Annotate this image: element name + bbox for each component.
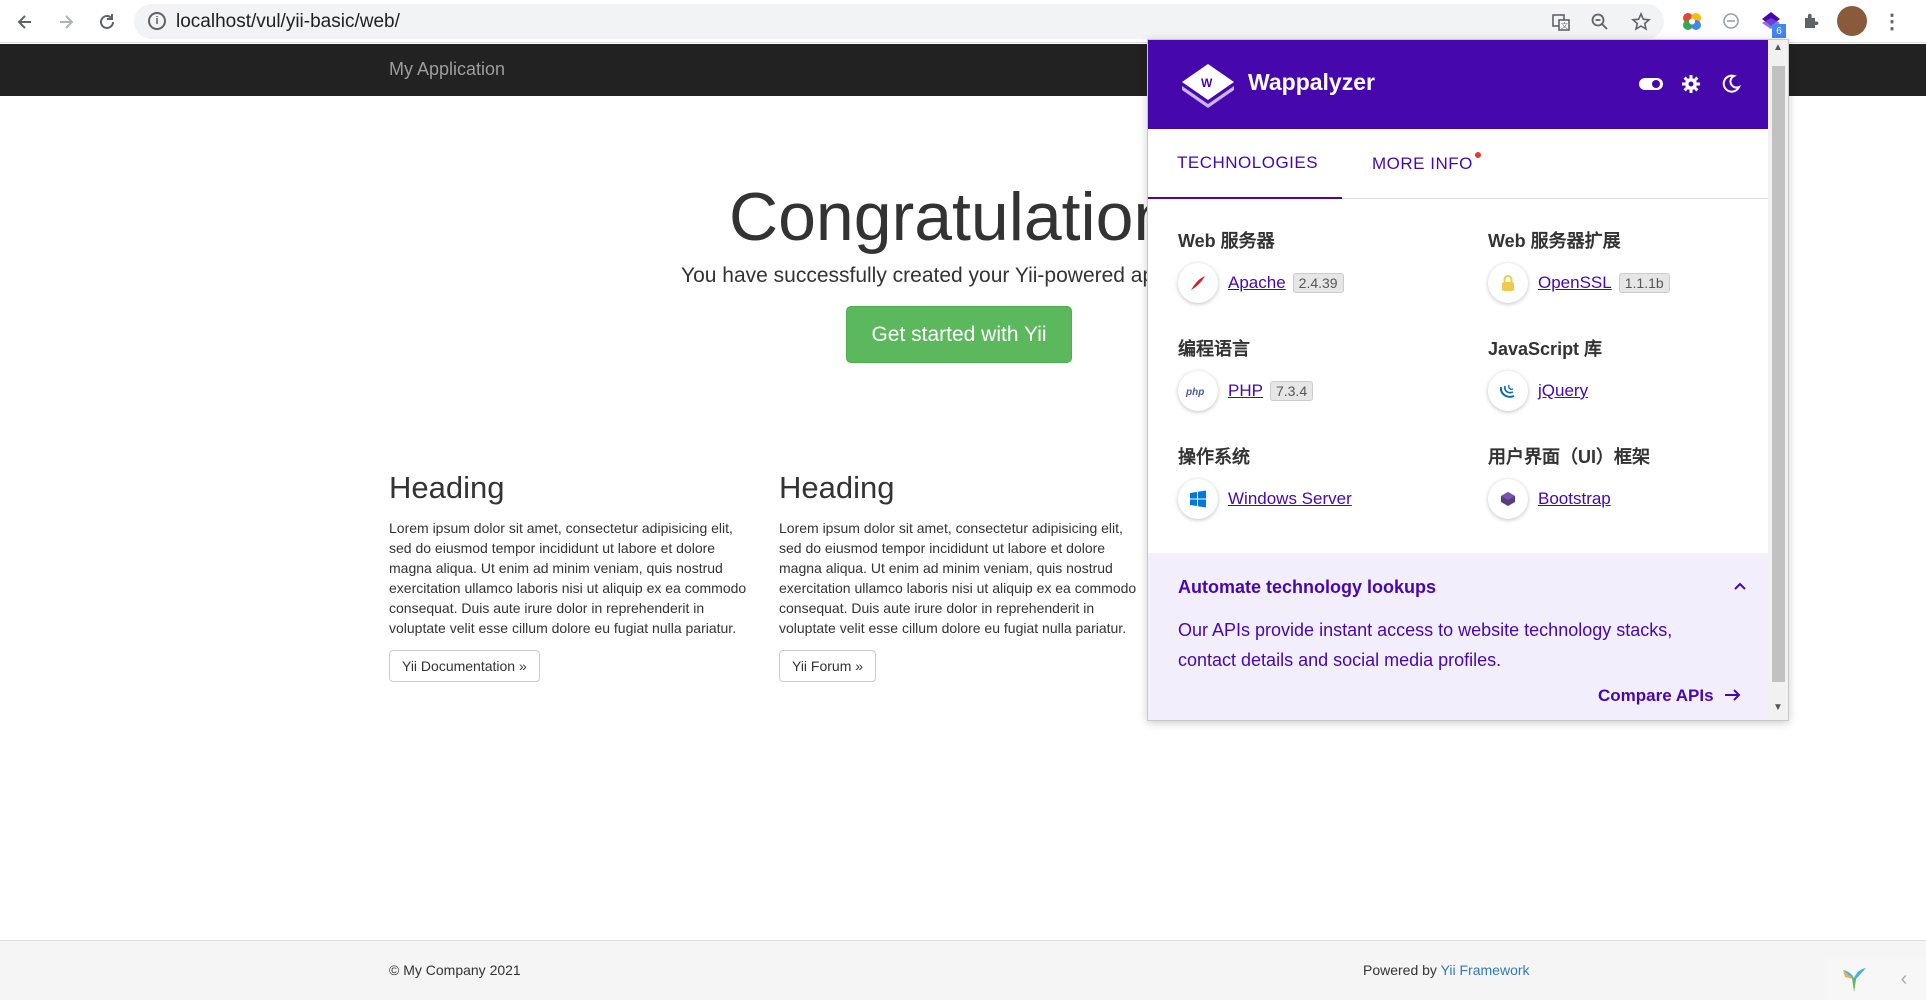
category-name: 用户界面（UI）框架 bbox=[1488, 447, 1650, 467]
block-extension-icon[interactable] bbox=[1718, 8, 1744, 34]
compare-apis-link[interactable]: Compare APIs bbox=[1598, 686, 1742, 706]
category-name: Web 服务器 bbox=[1178, 231, 1275, 251]
toggle-icon[interactable] bbox=[1638, 71, 1664, 97]
php-icon: php bbox=[1178, 371, 1218, 411]
scroll-thumb[interactable] bbox=[1772, 66, 1785, 682]
bootstrap-icon bbox=[1488, 479, 1528, 519]
yii-framework-link[interactable]: Yii Framework bbox=[1441, 962, 1530, 978]
category-web-server: Web 服务器 Apache 2.4.39 bbox=[1178, 227, 1478, 303]
tech-item: Windows Server bbox=[1178, 479, 1478, 519]
wappalyzer-header: W Wappalyzer bbox=[1148, 40, 1768, 129]
back-icon[interactable] bbox=[12, 9, 38, 35]
url-text: localhost/vul/yii-basic/web/ bbox=[176, 11, 400, 32]
extension-badge: 6 bbox=[1772, 24, 1786, 38]
site-info-icon[interactable]: i bbox=[148, 12, 166, 30]
yii-debug-logo-icon[interactable] bbox=[1826, 958, 1882, 1000]
category-name: 编程语言 bbox=[1178, 339, 1250, 359]
tab-technologies[interactable]: TECHNOLOGIES bbox=[1148, 129, 1342, 199]
chevron-up-icon[interactable] bbox=[1733, 575, 1747, 596]
tech-item: php PHP 7.3.4 bbox=[1178, 371, 1478, 411]
tech-version: 1.1.1b bbox=[1618, 273, 1670, 293]
debug-toolbar-chevron-icon[interactable]: ‹ bbox=[1882, 958, 1926, 1000]
scroll-down-arrow-icon[interactable]: ▼ bbox=[1773, 702, 1783, 713]
tech-link-apache[interactable]: Apache bbox=[1228, 273, 1286, 293]
category-operating-system: 操作系统 Windows Server bbox=[1178, 443, 1478, 519]
footer-copyright: © My Company 2021 bbox=[389, 962, 521, 978]
zoom-icon[interactable] bbox=[1588, 10, 1612, 34]
tech-item: Bootstrap bbox=[1488, 479, 1788, 519]
category-name: Web 服务器扩展 bbox=[1488, 231, 1621, 251]
svg-text:php: php bbox=[1185, 387, 1204, 398]
promo-title[interactable]: Automate technology lookups bbox=[1178, 577, 1436, 598]
color-extension-icon[interactable] bbox=[1679, 8, 1705, 34]
forward-icon[interactable] bbox=[53, 9, 79, 35]
more-menu-icon[interactable]: ⋮ bbox=[1879, 8, 1905, 34]
tech-item: jQuery bbox=[1488, 371, 1788, 411]
tech-link-bootstrap[interactable]: Bootstrap bbox=[1538, 489, 1611, 509]
profile-avatar[interactable] bbox=[1837, 6, 1867, 36]
svg-text:文: 文 bbox=[1561, 21, 1568, 30]
wappalyzer-title: Wappalyzer bbox=[1248, 69, 1375, 95]
yii-documentation-button[interactable]: Yii Documentation » bbox=[389, 650, 540, 682]
scroll-up-arrow-icon[interactable]: ▲ bbox=[1773, 42, 1783, 53]
powered-by-text: Powered by bbox=[1363, 962, 1441, 978]
translate-icon[interactable]: 文 bbox=[1549, 10, 1573, 34]
category-programming-language: 编程语言 php PHP 7.3.4 bbox=[1178, 335, 1478, 411]
promo-text: Our APIs provide instant access to websi… bbox=[1178, 620, 1673, 670]
apache-feather-icon bbox=[1178, 263, 1218, 303]
notification-dot bbox=[1474, 152, 1481, 158]
get-started-button[interactable]: Get started with Yii bbox=[846, 306, 1072, 363]
app-brand[interactable]: My Application bbox=[389, 59, 505, 80]
wappalyzer-logo-icon: W bbox=[1178, 60, 1238, 117]
tab-more-info[interactable]: MORE INFO bbox=[1372, 129, 1481, 199]
windows-icon bbox=[1178, 479, 1218, 519]
settings-gear-icon[interactable] bbox=[1678, 71, 1704, 97]
dark-mode-moon-icon[interactable] bbox=[1718, 71, 1744, 97]
browser-toolbar: i localhost/vul/yii-basic/web/ 文 6 ⋮ bbox=[0, 0, 1926, 43]
tech-version: 7.3.4 bbox=[1269, 381, 1314, 401]
tech-item: Apache 2.4.39 bbox=[1178, 263, 1478, 303]
bookmark-star-icon[interactable] bbox=[1629, 10, 1653, 34]
footer-powered: Powered by Yii Framework bbox=[1363, 962, 1530, 978]
wappalyzer-popup: W Wappalyzer TECHNOLOGIES MORE INFO Web … bbox=[1147, 39, 1789, 721]
wappalyzer-tabs: TECHNOLOGIES MORE INFO bbox=[1148, 129, 1768, 199]
tech-link-windows-server[interactable]: Windows Server bbox=[1228, 489, 1352, 509]
yii-forum-button[interactable]: Yii Forum » bbox=[779, 650, 877, 682]
tech-link-openssl[interactable]: OpenSSL bbox=[1538, 273, 1612, 293]
category-javascript-library: JavaScript 库 jQuery bbox=[1488, 335, 1788, 411]
category-name: JavaScript 库 bbox=[1488, 339, 1603, 359]
column-heading: Heading bbox=[389, 470, 505, 505]
api-promo-panel: Automate technology lookups Our APIs pro… bbox=[1148, 553, 1768, 720]
tech-link-jquery[interactable]: jQuery bbox=[1538, 381, 1588, 401]
content-column: Heading Lorem ipsum dolor sit amet, cons… bbox=[389, 470, 754, 682]
jquery-icon bbox=[1488, 371, 1528, 411]
arrow-right-icon bbox=[1718, 686, 1742, 705]
page-footer: © My Company 2021 Powered by Yii Framewo… bbox=[0, 940, 1926, 1000]
tab-label: TECHNOLOGIES bbox=[1177, 153, 1319, 172]
tab-label: MORE INFO bbox=[1372, 154, 1473, 173]
svg-text:W: W bbox=[1201, 76, 1213, 90]
category-web-server-extension: Web 服务器扩展 OpenSSL 1.1.1b bbox=[1488, 227, 1788, 303]
content-column: Heading Lorem ipsum dolor sit amet, cons… bbox=[779, 470, 1144, 682]
tech-item: OpenSSL 1.1.1b bbox=[1488, 263, 1788, 303]
address-bar[interactable]: i localhost/vul/yii-basic/web/ 文 bbox=[134, 4, 1664, 39]
column-text: Lorem ipsum dolor sit amet, consectetur … bbox=[779, 520, 1137, 636]
category-name: 操作系统 bbox=[1178, 447, 1250, 467]
reload-icon[interactable] bbox=[94, 9, 120, 35]
column-text: Lorem ipsum dolor sit amet, consectetur … bbox=[389, 520, 747, 636]
column-heading: Heading bbox=[779, 470, 895, 505]
popup-scrollbar[interactable]: ▲ ▼ bbox=[1768, 40, 1788, 720]
lock-icon bbox=[1488, 263, 1528, 303]
tech-version: 2.4.39 bbox=[1292, 273, 1344, 293]
tech-link-php[interactable]: PHP bbox=[1228, 381, 1263, 401]
compare-apis-label: Compare APIs bbox=[1598, 686, 1714, 705]
extensions-puzzle-icon[interactable] bbox=[1798, 8, 1824, 34]
category-ui-framework: 用户界面（UI）框架 Bootstrap bbox=[1488, 443, 1788, 519]
